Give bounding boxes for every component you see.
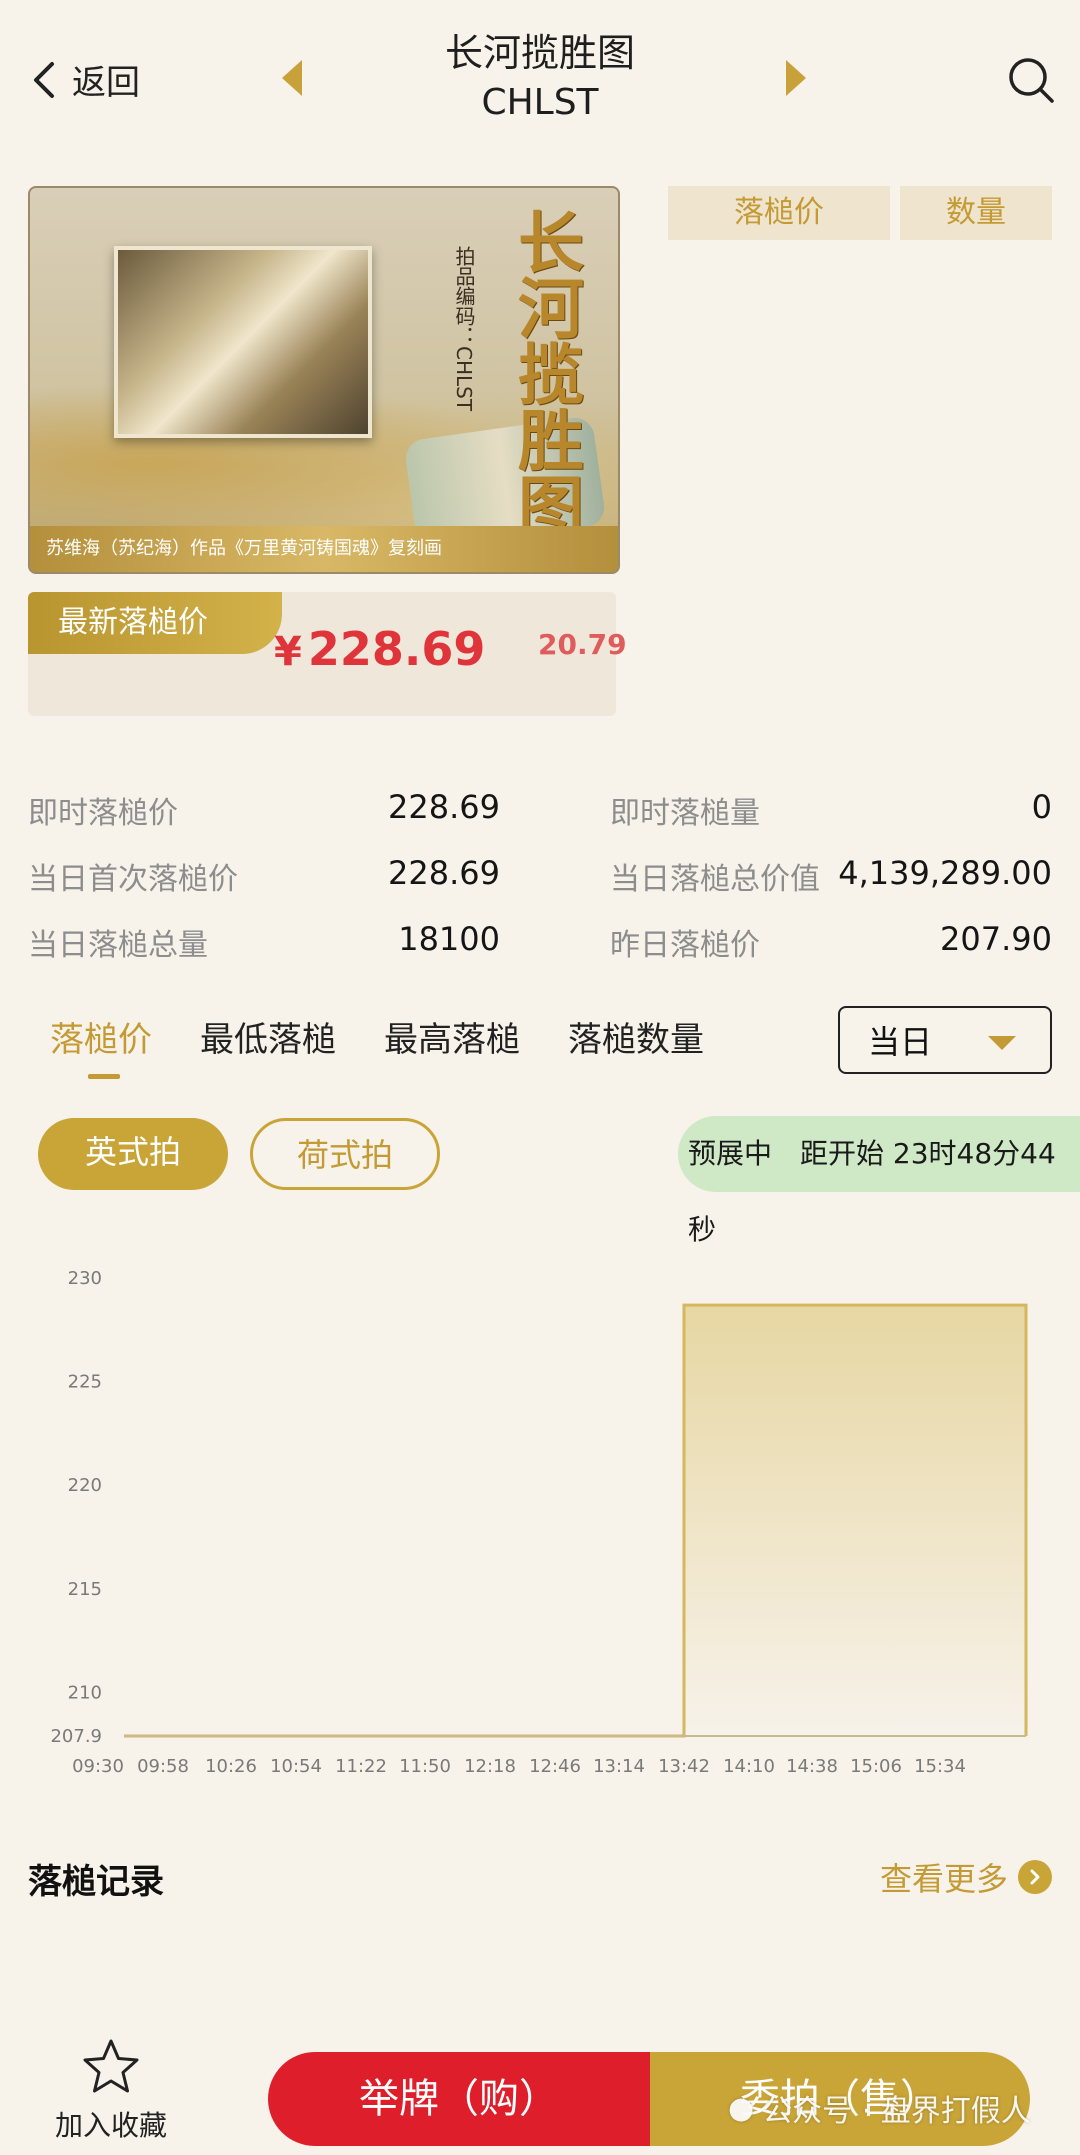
- period-dropdown[interactable]: 当日: [838, 1006, 1052, 1074]
- back-button[interactable]: 返回: [30, 55, 140, 104]
- watermark-text: 公众号 · 盘界打假人: [762, 2094, 1031, 2129]
- y-tick-label: 230: [68, 1268, 102, 1289]
- dutch-auction-button[interactable]: 荷式拍: [250, 1118, 440, 1190]
- stat-value: 228.69: [388, 854, 500, 892]
- x-tick-label: 15:06: [850, 1756, 902, 1777]
- x-tick-label: 11:50: [399, 1756, 451, 1777]
- stat-value: 207.90: [940, 920, 1052, 958]
- stat-value: 18100: [398, 920, 500, 958]
- wechat-icon: ●: [728, 2090, 755, 2126]
- y-tick-label: 210: [68, 1682, 102, 1703]
- stat-label: 即时落槌量: [610, 796, 760, 831]
- title-chinese: 长河揽胜图: [444, 31, 635, 75]
- next-item-icon[interactable]: [786, 60, 806, 96]
- stat-label: 当日首次落槌价: [28, 862, 238, 897]
- tab-hammer-quantity[interactable]: 落槌数量: [568, 1012, 704, 1061]
- price-chart: 207.9 210 215 220 225 230 09:30 09:58 10:26 10:54…: [50, 1268, 1028, 1777]
- x-tick-label: 10:26: [205, 1756, 257, 1777]
- stats-row: 当日落槌总量 18100 昨日落槌价 207.90: [28, 912, 1052, 978]
- page: 返回 长河揽胜图 CHLST 拍品编码：CHLST 长河揽胜图 苏维海（苏纪海）…: [0, 0, 1080, 2155]
- product-image[interactable]: 拍品编码：CHLST 长河揽胜图 苏维海（苏纪海）作品《万里黄河铸国魂》复刻画: [28, 186, 620, 574]
- column-price-header: 落槌价: [668, 186, 890, 240]
- search-icon[interactable]: [1006, 55, 1056, 105]
- records-title: 落槌记录: [28, 1862, 164, 1902]
- x-tick-label: 12:46: [529, 1756, 581, 1777]
- hero-calligraphy: 长河揽胜图: [507, 208, 585, 538]
- price-change: 20.79: [538, 628, 627, 661]
- tab-highest-hammer[interactable]: 最高落槌: [384, 1012, 520, 1061]
- y-tick-label: 215: [68, 1579, 102, 1600]
- star-icon: [83, 2039, 139, 2093]
- x-tick-label: 12:18: [464, 1756, 516, 1777]
- previous-item-icon[interactable]: [282, 60, 302, 96]
- x-tick-label: 09:58: [137, 1756, 189, 1777]
- hero-code-text: 拍品编码：CHLST: [452, 246, 476, 412]
- view-more-link[interactable]: 查看更多: [880, 1854, 1052, 1900]
- x-tick-label: 11:22: [335, 1756, 387, 1777]
- chevron-left-icon: [34, 61, 54, 98]
- currency-symbol: ¥: [274, 629, 302, 675]
- latest-price-badge: 最新落槌价: [28, 592, 282, 654]
- stats-grid: 即时落槌价 228.69 即时落槌量 0 当日首次落槌价 228.69 当日落槌…: [28, 780, 1052, 978]
- stat-label: 当日落槌总价值: [610, 862, 820, 897]
- x-tick-label: 14:10: [723, 1756, 775, 1777]
- stat-label: 昨日落槌价: [610, 928, 760, 963]
- column-quantity-header: 数量: [900, 186, 1052, 240]
- period-selected: 当日: [868, 1023, 933, 1061]
- favorite-button[interactable]: 加入收藏: [46, 2036, 176, 2144]
- latest-price: ¥228.69: [274, 622, 485, 676]
- caret-down-icon: [988, 1036, 1016, 1050]
- stat-value: 228.69: [388, 788, 500, 826]
- y-tick-label: 207.9: [50, 1726, 102, 1747]
- x-tick-label: 09:30: [72, 1756, 124, 1777]
- status-badge: 预展中 距开始 23时48分44秒: [678, 1116, 1080, 1246]
- page-title: 长河揽胜图 CHLST: [340, 28, 740, 128]
- back-label: 返回: [72, 63, 140, 103]
- x-tick-label: 13:14: [593, 1756, 645, 1777]
- x-tick-label: 10:54: [270, 1756, 322, 1777]
- y-tick-label: 225: [68, 1372, 102, 1393]
- latest-price-card: 最新落槌价 ¥228.69 20.79: [28, 592, 627, 716]
- stat-value: 0: [1031, 788, 1052, 826]
- tab-hammer-price[interactable]: 落槌价: [50, 1012, 152, 1079]
- hero-caption: 苏维海（苏纪海）作品《万里黄河铸国魂》复刻画: [30, 526, 618, 572]
- stat-label: 即时落槌价: [28, 796, 178, 831]
- chevron-right-icon: [1018, 1860, 1052, 1894]
- stats-row: 即时落槌价 228.69 即时落槌量 0: [28, 780, 1052, 846]
- latest-price-value: 228.69: [307, 622, 486, 676]
- english-auction-button[interactable]: 英式拍: [38, 1118, 228, 1190]
- tab-lowest-hammer[interactable]: 最低落槌: [200, 1012, 336, 1061]
- x-tick-label: 14:38: [786, 1756, 838, 1777]
- x-tick-label: 15:34: [914, 1756, 966, 1777]
- title-code: CHLST: [481, 82, 599, 123]
- view-more-label: 查看更多: [879, 1860, 1008, 1898]
- stat-label: 当日落槌总量: [28, 928, 208, 963]
- favorite-label: 加入收藏: [54, 2109, 167, 2142]
- stat-value: 4,139,289.00: [838, 854, 1052, 892]
- y-tick-label: 220: [68, 1475, 102, 1496]
- chart-tabs: 落槌价 最低落槌 最高落槌 落槌数量: [50, 1012, 704, 1079]
- header: 返回 长河揽胜图 CHLST: [0, 0, 1080, 160]
- hero-painting: [114, 246, 372, 438]
- x-tick-label: 13:42: [658, 1756, 710, 1777]
- buy-button[interactable]: 举牌（购）: [268, 2052, 650, 2146]
- stats-row: 当日首次落槌价 228.69 当日落槌总价值 4,139,289.00: [28, 846, 1052, 912]
- watermark: ● 公众号 · 盘界打假人: [728, 2086, 1031, 2130]
- chart-area-fill: [684, 1305, 1026, 1736]
